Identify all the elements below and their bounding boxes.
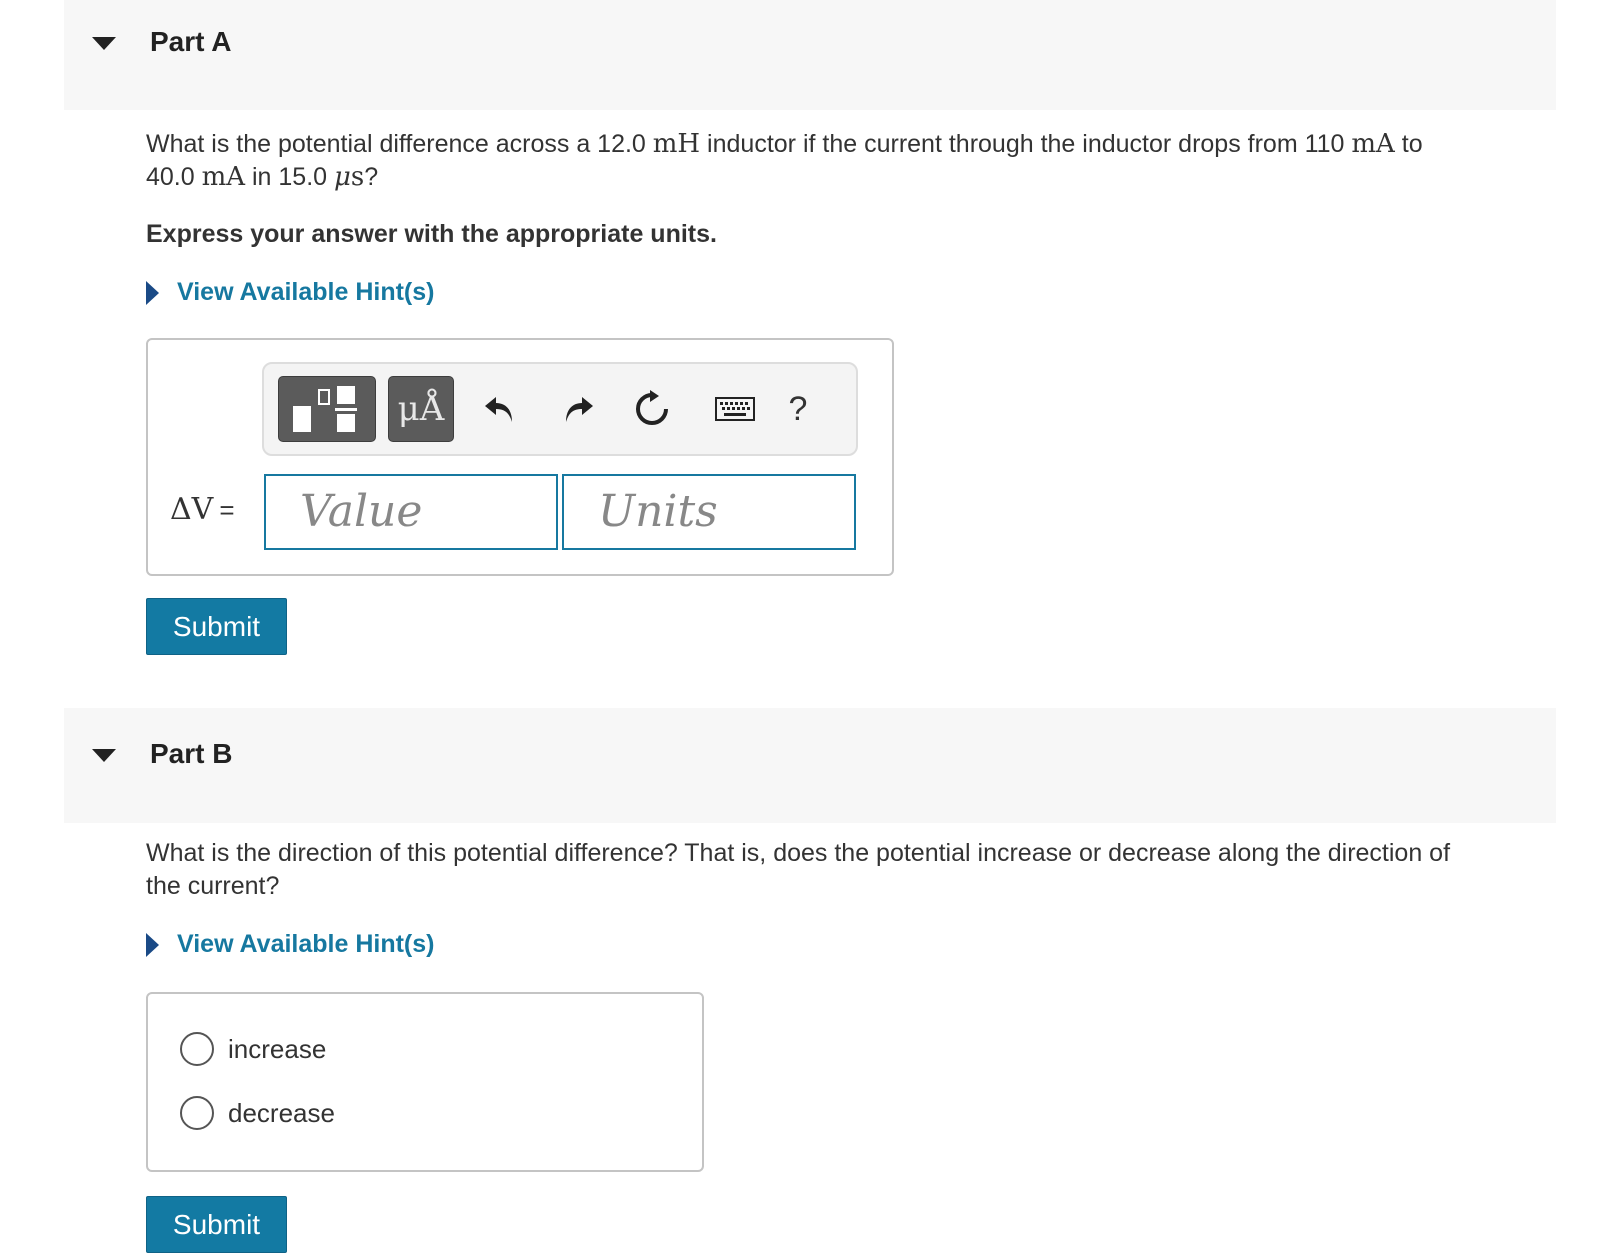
unit-text: mH — [652, 129, 701, 159]
part-b-choice-box: increase decrease — [146, 992, 704, 1172]
math-toolbar: μÅ ? — [262, 362, 858, 456]
choice-label: increase — [228, 1033, 327, 1064]
question-text: What is the potential difference across … — [146, 130, 653, 158]
redo-icon — [566, 397, 593, 422]
variable-symbol: ΔV — [170, 492, 214, 527]
part-a-title: Part A — [150, 26, 232, 57]
question-text: ? — [364, 163, 379, 191]
unit-text: μ — [334, 162, 351, 192]
undo-button[interactable] — [472, 376, 528, 442]
part-b-hint-toggle[interactable]: View Available Hint(s) — [146, 930, 434, 959]
caret-down-icon[interactable] — [92, 37, 116, 50]
question-text: to — [1394, 130, 1423, 158]
part-a-answer-box: μÅ ? ΔV = Value Units — [146, 338, 894, 576]
question-text: What is the direction of this potential … — [146, 839, 1451, 867]
choice-increase[interactable]: increase — [180, 1032, 326, 1066]
caret-right-icon — [146, 932, 159, 957]
part-b-title: Part B — [150, 738, 233, 769]
units-button[interactable]: μÅ — [388, 376, 454, 442]
hint-label: View Available Hint(s) — [177, 930, 435, 958]
keyboard-icon — [715, 397, 755, 421]
choice-label: decrease — [228, 1097, 335, 1128]
radio-button[interactable] — [180, 1096, 214, 1130]
part-a-submit-button[interactable]: Submit — [146, 598, 287, 655]
undo-icon — [485, 397, 512, 422]
part-a-question: What is the potential difference across … — [146, 128, 1546, 194]
caret-right-icon — [146, 280, 159, 305]
part-a-header[interactable]: Part A — [64, 0, 1556, 110]
help-button[interactable]: ? — [770, 376, 826, 442]
templates-button[interactable] — [278, 376, 376, 442]
part-b-submit-button[interactable]: Submit — [146, 1196, 287, 1253]
unit-text: s — [350, 162, 365, 192]
question-text: the current? — [146, 872, 280, 900]
value-input[interactable]: Value — [264, 474, 558, 550]
keyboard-button[interactable] — [700, 376, 770, 442]
redo-button[interactable] — [550, 376, 606, 442]
part-b-header[interactable]: Part B — [64, 708, 1556, 823]
equals-sign: = — [219, 495, 235, 525]
units-input[interactable]: Units — [562, 474, 856, 550]
question-text: 40.0 — [146, 163, 202, 191]
unit-text: mA — [1351, 129, 1395, 159]
reset-button[interactable] — [624, 376, 680, 442]
answer-instruction: Express your answer with the appropriate… — [146, 220, 717, 248]
reset-icon — [636, 390, 668, 425]
question-text: in 15.0 — [245, 163, 334, 191]
part-b-question: What is the direction of this potential … — [146, 837, 1546, 903]
choice-decrease[interactable]: decrease — [180, 1096, 335, 1130]
variable-label: ΔV = — [170, 492, 235, 527]
part-a-hint-toggle[interactable]: View Available Hint(s) — [146, 278, 434, 307]
unit-text: mA — [201, 162, 246, 192]
radio-button[interactable] — [180, 1032, 214, 1066]
caret-down-icon[interactable] — [92, 749, 116, 762]
question-text: inductor if the current through the indu… — [700, 130, 1352, 158]
hint-label: View Available Hint(s) — [177, 278, 435, 306]
templates-icon — [293, 386, 357, 432]
